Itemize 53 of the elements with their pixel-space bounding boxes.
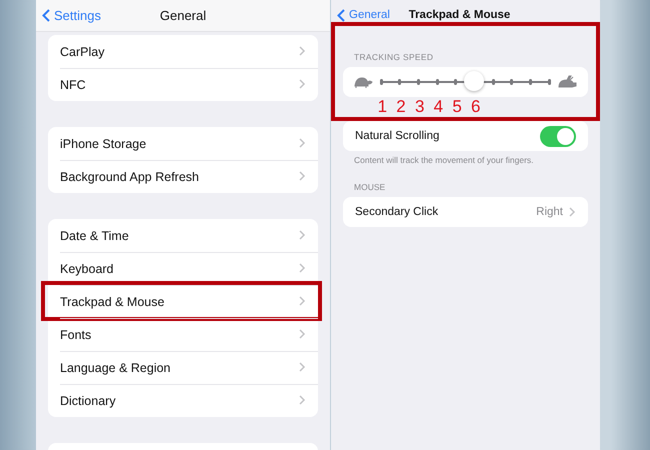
settings-row[interactable]: NFC [48, 68, 318, 101]
chevron-icon [299, 138, 306, 149]
row-label: Dictionary [60, 394, 116, 408]
step-number: 4 [432, 97, 444, 117]
screen-title: Trackpad & Mouse [408, 9, 510, 21]
settings-row[interactable]: iPhone Storage [48, 127, 318, 160]
settings-row[interactable]: Keyboard [48, 252, 318, 285]
hare-icon [557, 75, 577, 89]
chevron-icon [569, 206, 576, 218]
chevron-icon [299, 230, 306, 241]
settings-row[interactable]: CarPlay [48, 35, 318, 68]
row-label: CarPlay [60, 44, 104, 58]
row-label: Keyboard [60, 262, 114, 276]
settings-row[interactable]: Trackpad & Mouse [48, 285, 318, 318]
chevron-icon [299, 46, 306, 57]
step-number: 6 [470, 97, 482, 117]
settings-row[interactable]: Fonts [48, 318, 318, 351]
row-label: Date & Time [60, 228, 129, 242]
row-label: Secondary Click [355, 206, 438, 218]
settings-row[interactable]: Date & Time [48, 219, 318, 252]
section-header: MOUSE [353, 181, 386, 194]
row-label: iPhone Storage [60, 136, 146, 150]
chevron-icon [299, 79, 306, 90]
section-header: TRACKING SPEED [353, 51, 434, 64]
back-chevron-icon [337, 8, 345, 22]
back-chevron-icon [42, 9, 50, 22]
settings-row[interactable]: Background App Refresh [48, 160, 318, 193]
step-number: 5 [451, 97, 463, 117]
row-label: Trackpad & Mouse [60, 294, 164, 308]
turtle-icon [353, 76, 373, 88]
chevron-icon [299, 362, 306, 373]
step-number: 3 [414, 97, 426, 117]
settings-row[interactable]: Language & Region [48, 351, 318, 384]
row-label: Language & Region [60, 360, 171, 374]
slider-thumb[interactable] [464, 71, 484, 91]
toggle-switch[interactable] [540, 126, 576, 146]
row-label: NFC [60, 78, 86, 92]
row-value: Right [536, 206, 563, 218]
row-label: Natural Scrolling [355, 130, 440, 142]
settings-row[interactable]: Dictionary [48, 384, 318, 417]
chevron-icon [299, 395, 306, 406]
row-label: Fonts [60, 328, 92, 342]
chevron-icon [299, 296, 306, 307]
chevron-icon [299, 263, 306, 274]
chevron-icon [299, 329, 306, 340]
step-number: 2 [395, 97, 407, 117]
screen-title: General [160, 8, 206, 23]
footer-note: Content will track the movement of your fingers. [353, 154, 535, 165]
chevron-icon [299, 171, 306, 182]
settings-row[interactable]: Secondary Click Right [343, 197, 588, 227]
step-number: 1 [376, 97, 388, 117]
back-button[interactable]: Settings [42, 0, 101, 31]
row-label: Background App Refresh [60, 170, 199, 184]
